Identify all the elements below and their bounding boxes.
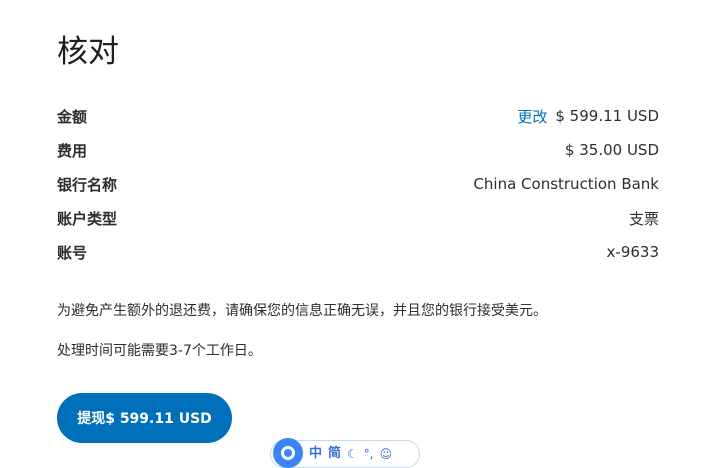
fee-label: 费用 (57, 141, 88, 160)
fee-notice-text: 为避免产生额外的退还费，请确保您的信息正确无误，并且您的银行接受美元。 (57, 303, 547, 319)
processing-time-text: 处理时间可能需要3-7个工作日。 (57, 343, 262, 359)
fee-row: 费用 $ 35.00 USD (57, 133, 659, 167)
punctuation-icon[interactable]: °, (364, 447, 374, 461)
bank-name-row: 银行名称 China Construction Bank (57, 167, 659, 201)
account-number-label: 账号 (57, 243, 88, 262)
bank-name-value: China Construction Bank (473, 175, 659, 193)
change-amount-link[interactable]: 更改 (517, 106, 547, 127)
page-title: 核对 (57, 34, 119, 70)
account-type-label: 账户类型 (57, 209, 118, 228)
ime-toolbar[interactable]: 中 简 ☾ °, ☺ (270, 438, 420, 468)
account-type-row: 账户类型 支票 (57, 201, 659, 235)
account-number-value: x-9633 (606, 243, 659, 261)
moon-icon[interactable]: ☾ (347, 447, 358, 461)
amount-row: 金额 更改 $ 599.11 USD (57, 99, 659, 133)
bank-name-label: 银行名称 (57, 175, 118, 194)
ime-script-toggle[interactable]: 简 (328, 444, 341, 464)
amount-value-group: 更改 $ 599.11 USD (517, 106, 659, 127)
fee-value: $ 35.00 USD (564, 141, 659, 159)
withdraw-button[interactable]: 提现$ 599.11 USD (57, 393, 232, 443)
ime-language-toggle[interactable]: 中 (309, 444, 322, 464)
review-details: 金额 更改 $ 599.11 USD 费用 $ 35.00 USD 银行名称 C… (57, 99, 659, 269)
ime-logo-ring (281, 446, 295, 460)
amount-label: 金额 (57, 107, 88, 126)
account-number-row: 账号 x-9633 (57, 235, 659, 269)
smiley-icon[interactable]: ☺ (380, 447, 393, 461)
ime-logo-icon[interactable] (273, 438, 303, 468)
account-type-value: 支票 (628, 209, 659, 228)
amount-value: $ 599.11 USD (555, 107, 659, 125)
